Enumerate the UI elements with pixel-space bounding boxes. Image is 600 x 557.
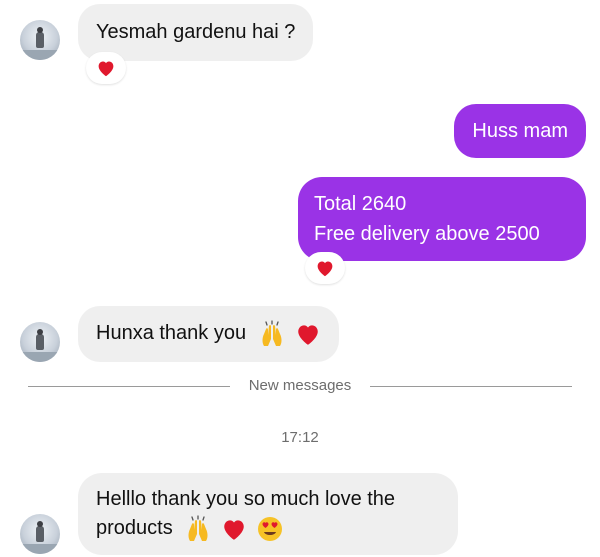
message-text: Huss mam — [472, 120, 568, 142]
message-text: Yesmah gardenu hai ? — [96, 21, 296, 43]
avatar-photo-figure — [36, 32, 44, 48]
message-bubble[interactable]: Hunxa thank you — [78, 306, 340, 362]
raised-hands-icon — [188, 515, 208, 541]
avatar-photo-ground — [20, 50, 60, 60]
avatar[interactable] — [20, 20, 60, 60]
message-text: Hunxa thank you — [96, 322, 247, 344]
avatar-photo-ground — [20, 352, 60, 362]
avatar-photo-head — [37, 27, 43, 33]
message-bubble[interactable]: Huss mam — [454, 104, 586, 158]
message-reaction[interactable] — [86, 52, 126, 84]
message-line: Total 2640 — [314, 193, 407, 215]
avatar-photo-figure — [36, 526, 44, 542]
avatar-photo-head — [37, 521, 43, 527]
heart-icon — [224, 520, 244, 540]
message-bubble[interactable]: Helllo thank you so much love the produc… — [78, 473, 458, 555]
avatar-photo-ground — [20, 544, 60, 554]
message-line: Free delivery above 2500 — [314, 223, 540, 245]
avatar-photo-figure — [36, 334, 44, 350]
raised-hands-icon — [262, 320, 282, 346]
new-messages-label: New messages — [248, 377, 352, 394]
avatar[interactable] — [20, 322, 60, 362]
divider-line-left — [28, 386, 230, 387]
heart-icon — [317, 261, 333, 277]
divider-line-right — [370, 386, 572, 387]
timestamp: 17:12 — [281, 429, 319, 446]
avatar[interactable] — [20, 514, 60, 554]
message-bubble[interactable]: Total 2640 Free delivery above 2500 — [298, 177, 586, 261]
heart-icon — [98, 61, 114, 77]
message-reaction[interactable] — [305, 252, 345, 284]
message-line: products — [96, 517, 173, 539]
avatar-photo-head — [37, 329, 43, 335]
message-line: Helllo thank you so much love the — [96, 488, 396, 510]
heart-eyes-icon — [258, 516, 283, 541]
heart-icon — [298, 325, 318, 345]
